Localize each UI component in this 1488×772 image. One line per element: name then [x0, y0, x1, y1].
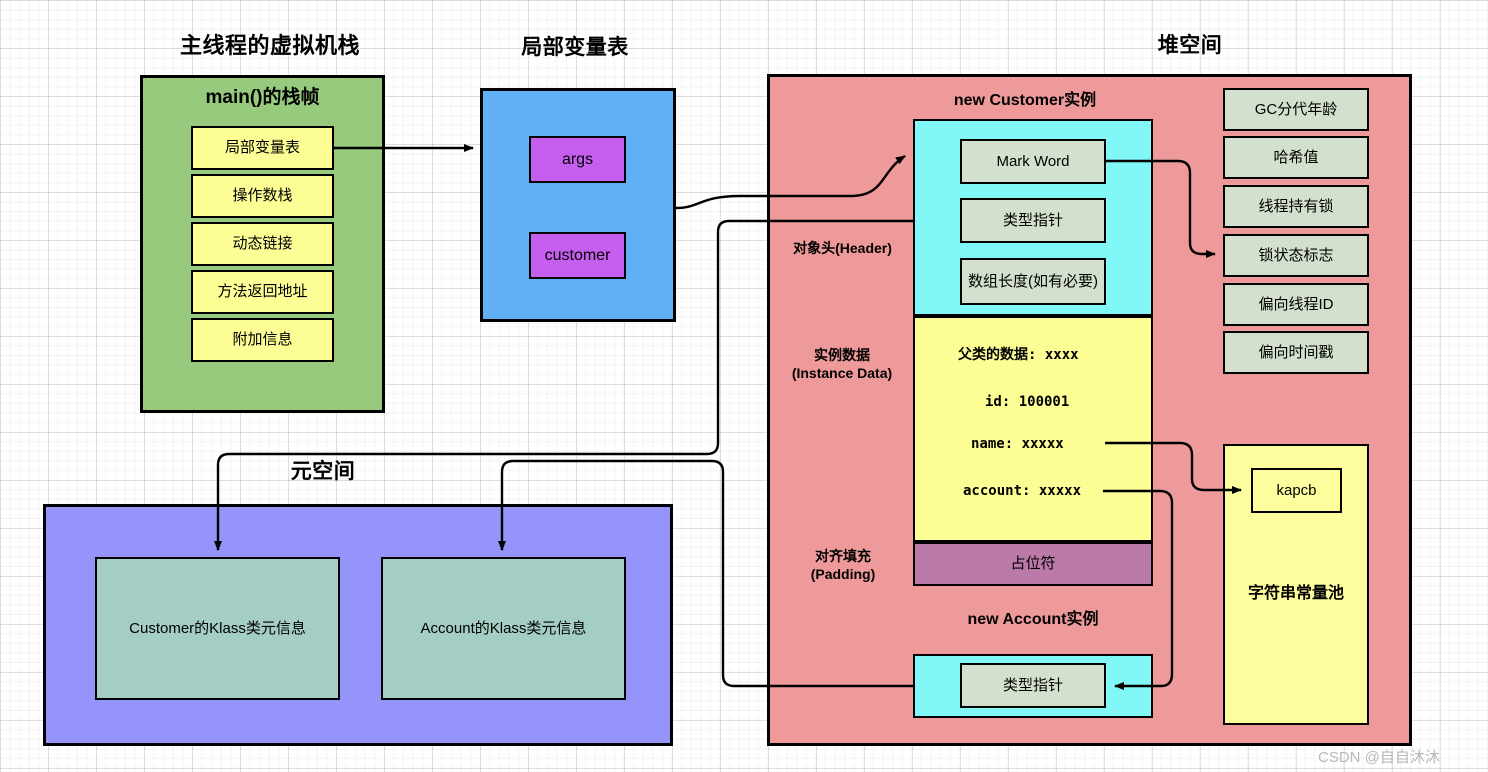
mark-word-detail-label: 偏向线程ID: [1258, 295, 1334, 313]
stack-slot-label: 局部变量表: [224, 139, 300, 156]
klass-box-account[interactable]: Account的Klass类元信息: [381, 557, 626, 700]
stack-slot-return-address[interactable]: 方法返回地址: [191, 270, 334, 314]
customer-header-row-array-length[interactable]: 数组长度(如有必要): [960, 258, 1106, 305]
mark-word-detail-biased-timestamp[interactable]: 偏向时间戳: [1223, 331, 1369, 374]
mark-word-detail-label: 偏向时间戳: [1258, 343, 1334, 361]
mark-word-detail-gc-age[interactable]: GC分代年龄: [1223, 88, 1369, 131]
instance-field-account: account: xxxxx: [963, 483, 1082, 499]
padding-label: 占位符: [1010, 555, 1056, 572]
mark-word-detail-lock-state-flag[interactable]: 锁状态标志: [1223, 234, 1369, 277]
string-pool-entry-label: kapcb: [1276, 481, 1317, 499]
header-row-label: 类型指针: [1002, 211, 1063, 229]
local-variable-table-title: 局部变量表: [521, 36, 629, 59]
stack-slot-local-variable-table[interactable]: 局部变量表: [191, 126, 334, 170]
watermark: CSDN @自自沐沐: [1318, 749, 1440, 766]
mark-word-detail-label: 哈希值: [1273, 148, 1319, 166]
string-constant-pool-title: 字符串常量池: [1247, 585, 1344, 602]
header-row-label: 类型指针: [1002, 676, 1063, 694]
instance-field-id: id: 100001: [985, 394, 1070, 410]
instance-field-name: name: xxxxx: [971, 436, 1064, 452]
account-header-row-klass-pointer[interactable]: 类型指针: [960, 663, 1106, 708]
header-row-label: 数组长度(如有必要): [968, 272, 1098, 290]
diagram-canvas: 主线程的虚拟机栈 局部变量表 堆空间 元空间 main()的栈帧 局部变量表 操…: [0, 0, 1488, 772]
customer-padding: 占位符: [913, 542, 1153, 586]
new-account-instance-title: new Account实例: [967, 611, 1099, 628]
object-header-side-label: 对象头(Header): [793, 240, 892, 256]
stack-slot-label: 附加信息: [232, 331, 293, 348]
mark-word-detail-biased-thread-id[interactable]: 偏向线程ID: [1223, 283, 1369, 326]
stack-slot-label: 动态链接: [232, 235, 293, 252]
header-row-label: Mark Word: [996, 152, 1070, 170]
stack-slot-operand-stack[interactable]: 操作数栈: [191, 174, 334, 218]
stack-title: 主线程的虚拟机栈: [179, 33, 360, 58]
local-var-label: args: [561, 150, 594, 168]
mark-word-detail-label: 锁状态标志: [1258, 246, 1334, 264]
local-variable-table-region: [480, 88, 676, 322]
main-frame-title: main()的栈帧: [205, 87, 320, 108]
customer-header-row-mark-word[interactable]: Mark Word: [960, 139, 1106, 184]
stack-slot-dynamic-linking[interactable]: 动态链接: [191, 222, 334, 266]
mark-word-detail-label: 线程持有锁: [1258, 197, 1334, 215]
new-customer-instance-title: new Customer实例: [953, 92, 1097, 109]
stack-slot-label: 方法返回地址: [217, 283, 308, 300]
stack-slot-label: 操作数栈: [232, 187, 293, 204]
metaspace-title: 元空间: [290, 460, 356, 483]
mark-word-detail-thread-holding-lock[interactable]: 线程持有锁: [1223, 185, 1369, 228]
stack-slot-additional-info[interactable]: 附加信息: [191, 318, 334, 362]
string-pool-entry-kapcb[interactable]: kapcb: [1251, 468, 1342, 513]
klass-box-label: Customer的Klass类元信息: [129, 619, 306, 637]
padding-side-label: 对齐填充 (Padding): [810, 548, 876, 582]
instance-data-side-label: 实例数据 (Instance Data): [791, 347, 893, 381]
klass-box-customer[interactable]: Customer的Klass类元信息: [95, 557, 340, 700]
heap-title: 堆空间: [1157, 34, 1223, 57]
mark-word-detail-label: GC分代年龄: [1254, 100, 1338, 118]
customer-header-row-klass-pointer[interactable]: 类型指针: [960, 198, 1106, 243]
instance-field-parent-data: 父类的数据: xxxx: [958, 347, 1079, 363]
local-var-entry-customer[interactable]: customer: [529, 232, 626, 279]
local-var-label: customer: [544, 246, 611, 264]
local-var-entry-args[interactable]: args: [529, 136, 626, 183]
mark-word-detail-hashcode[interactable]: 哈希值: [1223, 136, 1369, 179]
klass-box-label: Account的Klass类元信息: [420, 619, 587, 637]
